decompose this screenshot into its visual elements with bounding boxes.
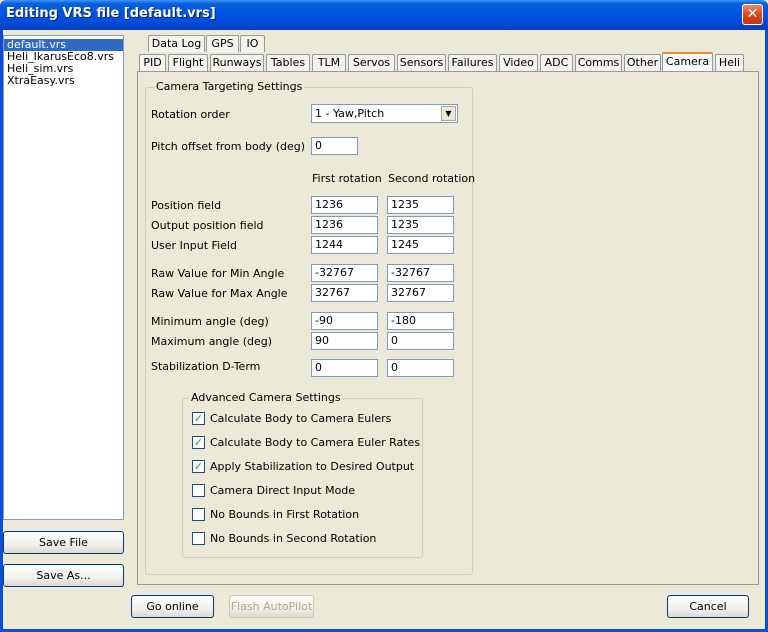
checkbox-label: No Bounds in Second Rotation	[210, 532, 377, 545]
tab-tlm[interactable]: TLM	[312, 54, 346, 71]
file-list[interactable]: default.vrs Heli_IkarusEco8.vrs Heli_sim…	[3, 35, 124, 520]
tab-adc[interactable]: ADC	[540, 54, 573, 71]
raw-min-angle-second[interactable]: -32767	[387, 264, 454, 282]
stabilization-dterm-first[interactable]: 0	[311, 359, 378, 377]
position-field-first[interactable]: 1236	[311, 196, 378, 214]
title-bar: Editing VRS file [default.vrs] ✕	[0, 0, 768, 30]
user-input-field-label: User Input Field	[151, 239, 237, 252]
pitch-offset-field[interactable]: 0	[311, 137, 358, 155]
camera-targeting-title: Camera Targeting Settings	[154, 80, 305, 93]
save-file-button[interactable]: Save File	[3, 531, 124, 554]
rotation-order-value: 1 - Yaw,Pitch	[315, 107, 385, 120]
save-as-button[interactable]: Save As...	[3, 564, 124, 587]
stabilization-dterm-second[interactable]: 0	[387, 359, 454, 377]
raw-max-angle-second[interactable]: 32767	[387, 284, 454, 302]
checkbox[interactable]	[192, 508, 205, 521]
tab-other[interactable]: Other	[624, 54, 661, 71]
raw-min-angle-first[interactable]: -32767	[311, 264, 378, 282]
minimum-angle-label: Minimum angle (deg)	[151, 315, 269, 328]
checkbox[interactable]	[192, 484, 205, 497]
rotation-order-label: Rotation order	[151, 108, 230, 121]
tab-camera[interactable]: Camera	[662, 52, 713, 72]
check-icon: ✓	[193, 436, 204, 449]
flash-autopilot-button[interactable]: Flash AutoPilot	[229, 595, 314, 618]
checkbox[interactable]: ✓	[192, 412, 205, 425]
maximum-angle-label: Maximum angle (deg)	[151, 335, 273, 348]
tab-sensors[interactable]: Sensors	[397, 54, 446, 71]
minimum-angle-second[interactable]: -180	[387, 312, 454, 330]
raw-max-angle-first[interactable]: 32767	[311, 284, 378, 302]
rotation-order-select[interactable]: 1 - Yaw,Pitch ▼	[311, 104, 458, 123]
minimum-angle-first[interactable]: -90	[311, 312, 378, 330]
output-position-field-label: Output position field	[151, 219, 264, 232]
tab-data-log[interactable]: Data Log	[148, 35, 205, 52]
raw-min-angle-label: Raw Value for Min Angle	[151, 267, 285, 280]
close-icon: ✕	[746, 6, 759, 22]
tab-runways[interactable]: Runways	[210, 54, 264, 71]
first-rotation-header: First rotation	[312, 172, 382, 185]
check-icon: ✓	[193, 460, 204, 473]
tab-tables[interactable]: Tables	[266, 54, 310, 71]
maximum-angle-second[interactable]: 0	[387, 332, 454, 350]
tab-servos[interactable]: Servos	[348, 54, 395, 71]
tab-failures[interactable]: Failures	[448, 54, 497, 71]
checkbox-label: No Bounds in First Rotation	[210, 508, 360, 521]
advanced-camera-title: Advanced Camera Settings	[189, 391, 343, 404]
second-rotation-header: Second rotation	[388, 172, 476, 185]
pitch-offset-label: Pitch offset from body (deg)	[151, 140, 306, 153]
output-position-field-second[interactable]: 1235	[387, 216, 454, 234]
tab-flight[interactable]: Flight	[168, 54, 208, 71]
check-icon: ✓	[193, 412, 204, 425]
chevron-down-icon[interactable]: ▼	[441, 106, 456, 121]
checkbox-label: Calculate Body to Camera Euler Rates	[210, 436, 421, 449]
tab-pid[interactable]: PID	[139, 54, 166, 71]
tab-heli[interactable]: Heli	[715, 54, 744, 71]
tab-gps[interactable]: GPS	[206, 35, 239, 52]
checkbox-label: Apply Stabilization to Desired Output	[210, 460, 415, 473]
close-button[interactable]: ✕	[742, 4, 763, 25]
maximum-angle-first[interactable]: 90	[311, 332, 378, 350]
output-position-field-first[interactable]: 1236	[311, 216, 378, 234]
checkbox-label: Calculate Body to Camera Eulers	[210, 412, 392, 425]
tab-video[interactable]: Video	[499, 54, 538, 71]
stabilization-dterm-label: Stabilization D-Term	[151, 360, 261, 373]
checkbox[interactable]: ✓	[192, 460, 205, 473]
user-input-field-first[interactable]: 1244	[311, 236, 378, 254]
tab-comms[interactable]: Comms	[575, 54, 622, 71]
cancel-button[interactable]: Cancel	[667, 595, 749, 618]
checkbox-label: Camera Direct Input Mode	[210, 484, 356, 497]
window-title: Editing VRS file [default.vrs]	[6, 6, 216, 21]
checkbox[interactable]	[192, 532, 205, 545]
checkbox[interactable]: ✓	[192, 436, 205, 449]
raw-max-angle-label: Raw Value for Max Angle	[151, 287, 288, 300]
position-field-second[interactable]: 1235	[387, 196, 454, 214]
user-input-field-second[interactable]: 1245	[387, 236, 454, 254]
file-item[interactable]: XtraEasy.vrs	[4, 75, 123, 87]
position-field-label: Position field	[151, 199, 222, 212]
tab-io[interactable]: IO	[240, 35, 265, 52]
go-online-button[interactable]: Go online	[131, 595, 214, 618]
